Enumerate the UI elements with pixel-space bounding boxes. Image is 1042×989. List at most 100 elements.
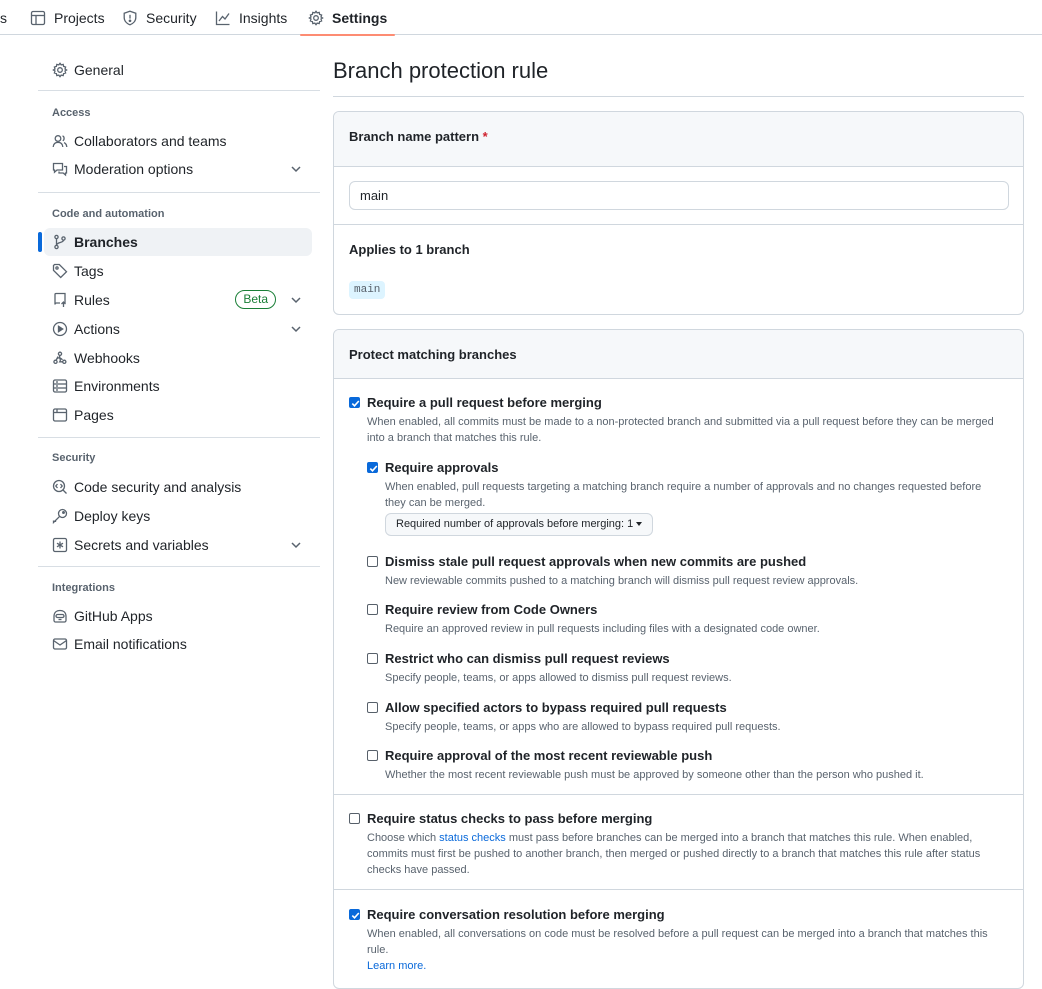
webhook-icon: [52, 350, 68, 366]
repo-push-icon: [52, 292, 68, 308]
gear-icon: [52, 62, 68, 78]
conversation-resolution-desc-text: When enabled, all conversations on code …: [367, 928, 988, 956]
bypass-actors-checkbox[interactable]: [367, 702, 378, 713]
code-owners-desc: Require an approved review in pull reque…: [385, 623, 820, 635]
chevron-down-icon[interactable]: [288, 537, 304, 553]
sidebar-item-webhooks[interactable]: Webhooks: [44, 344, 312, 372]
require-approvals-desc: When enabled, pull requests targeting a …: [385, 481, 982, 509]
require-pull-request-desc: When enabled, all commits must be made t…: [367, 416, 994, 444]
restrict-dismiss-desc: Specify people, teams, or apps allowed t…: [385, 672, 732, 684]
tab-insights[interactable]: Insights: [215, 0, 287, 35]
dismiss-stale-label[interactable]: Dismiss stale pull request approvals whe…: [385, 554, 806, 569]
sidebar-item-label: Actions: [74, 321, 120, 337]
server-icon: [52, 378, 68, 394]
sidebar-item-label: Webhooks: [74, 350, 140, 366]
bypass-actors-label[interactable]: Allow specified actors to bypass require…: [385, 700, 727, 715]
conversation-resolution-label[interactable]: Require conversation resolution before m…: [367, 907, 665, 922]
require-approvals-label[interactable]: Require approvals: [385, 460, 498, 475]
restrict-dismiss-label[interactable]: Restrict who can dismiss pull request re…: [385, 651, 670, 666]
branch-chip[interactable]: main: [349, 281, 386, 299]
mail-icon: [52, 636, 68, 652]
comment-discussion-icon: [52, 161, 68, 177]
sidebar-item-label: Pages: [74, 407, 114, 423]
sidebar-item-collaborators[interactable]: Collaborators and teams: [44, 127, 312, 155]
caret-down-icon: [636, 522, 643, 527]
sidebar-item-tags[interactable]: Tags: [44, 257, 312, 285]
tag-icon: [52, 263, 68, 279]
sidebar-item-branches[interactable]: Branches: [38, 228, 312, 256]
branch-pattern-input[interactable]: [349, 181, 1009, 210]
asterisk-box-icon: [52, 537, 68, 553]
sidebar-divider: [38, 192, 320, 193]
chevron-down-icon[interactable]: [288, 321, 304, 337]
dismiss-stale-checkbox[interactable]: [367, 556, 378, 567]
sidebar-item-actions[interactable]: Actions: [44, 315, 312, 343]
tab-partial[interactable]: s: [0, 0, 7, 35]
sidebar-item-email-notifications[interactable]: Email notifications: [44, 630, 312, 658]
branch-pattern-header: Branch name pattern *: [334, 112, 1023, 167]
sidebar-item-moderation[interactable]: Moderation options: [44, 155, 312, 183]
recent-push-checkbox[interactable]: [367, 750, 378, 761]
sidebar-item-secrets[interactable]: Secrets and variables: [44, 531, 312, 559]
sidebar-heading-security: Security: [52, 452, 96, 464]
key-icon: [52, 508, 68, 524]
tab-insights-label: Insights: [239, 9, 288, 26]
sidebar-item-label: Code security and analysis: [74, 479, 242, 495]
sidebar-item-label: Tags: [74, 263, 104, 279]
row-divider: [334, 889, 1023, 890]
codescan-icon: [52, 479, 68, 495]
tab-settings-label: Settings: [332, 9, 388, 26]
learn-more-link[interactable]: Learn more.: [367, 960, 426, 972]
sidebar-item-environments[interactable]: Environments: [44, 372, 312, 400]
code-owners-label[interactable]: Require review from Code Owners: [385, 602, 597, 617]
sidebar-item-label: Moderation options: [74, 161, 194, 177]
status-checks-desc-before: Choose which: [367, 832, 440, 844]
repo-nav: s Projects Security Insights Settings: [0, 0, 1042, 36]
branch-pattern-label-text: Branch name pattern: [349, 129, 480, 144]
status-checks-link[interactable]: status checks: [439, 832, 506, 844]
status-checks-label[interactable]: Require status checks to pass before mer…: [367, 811, 652, 826]
sidebar-item-label: Deploy keys: [74, 508, 151, 524]
approvals-count-dropdown[interactable]: Required number of approvals before merg…: [385, 513, 654, 536]
tab-security[interactable]: Security: [122, 0, 197, 35]
restrict-dismiss-checkbox[interactable]: [367, 653, 378, 664]
row-divider: [334, 224, 1023, 225]
sidebar-item-label: General: [74, 62, 124, 78]
required-mark: *: [482, 129, 488, 144]
require-pull-request-label[interactable]: Require a pull request before merging: [367, 395, 602, 410]
sidebar-item-code-security[interactable]: Code security and analysis: [44, 473, 312, 501]
conversation-resolution-checkbox[interactable]: [349, 909, 360, 920]
chevron-down-icon[interactable]: [288, 292, 304, 308]
sidebar-item-label: Environments: [74, 378, 160, 394]
require-approvals-checkbox[interactable]: [367, 462, 378, 473]
code-owners-checkbox[interactable]: [367, 604, 378, 615]
conversation-resolution-desc: When enabled, all conversations on code …: [367, 926, 1007, 974]
sidebar-item-label: Email notifications: [74, 636, 187, 652]
recent-push-label[interactable]: Require approval of the most recent revi…: [385, 748, 712, 763]
sidebar-item-label: Branches: [74, 234, 138, 250]
tab-settings[interactable]: Settings: [299, 0, 396, 36]
bypass-actors-desc: Specify people, teams, or apps who are a…: [385, 721, 781, 733]
browser-icon: [52, 407, 68, 423]
sidebar-item-rules[interactable]: Rules Beta: [44, 286, 312, 314]
beta-badge: Beta: [235, 290, 276, 309]
title-divider: [333, 96, 1024, 97]
sidebar-heading-access: Access: [52, 107, 91, 119]
sidebar-item-deploy-keys[interactable]: Deploy keys: [44, 502, 312, 530]
table-icon: [30, 10, 46, 26]
sidebar-item-github-apps[interactable]: GitHub Apps: [44, 602, 312, 630]
chevron-down-icon[interactable]: [288, 161, 304, 177]
sidebar-item-general[interactable]: General: [44, 56, 312, 84]
tab-partial-label: s: [0, 9, 7, 26]
row-divider: [334, 794, 1023, 795]
require-pull-request-checkbox[interactable]: [349, 397, 360, 408]
git-branch-icon: [52, 234, 68, 250]
tab-projects[interactable]: Projects: [30, 0, 105, 35]
status-checks-checkbox[interactable]: [349, 813, 360, 824]
tab-security-label: Security: [146, 9, 197, 26]
page-title: Branch protection rule: [333, 58, 549, 83]
status-checks-desc: Choose which status checks must pass bef…: [367, 830, 1007, 878]
sidebar-item-label: Rules: [74, 292, 110, 308]
hubot-icon: [52, 608, 68, 624]
sidebar-item-pages[interactable]: Pages: [44, 401, 312, 429]
